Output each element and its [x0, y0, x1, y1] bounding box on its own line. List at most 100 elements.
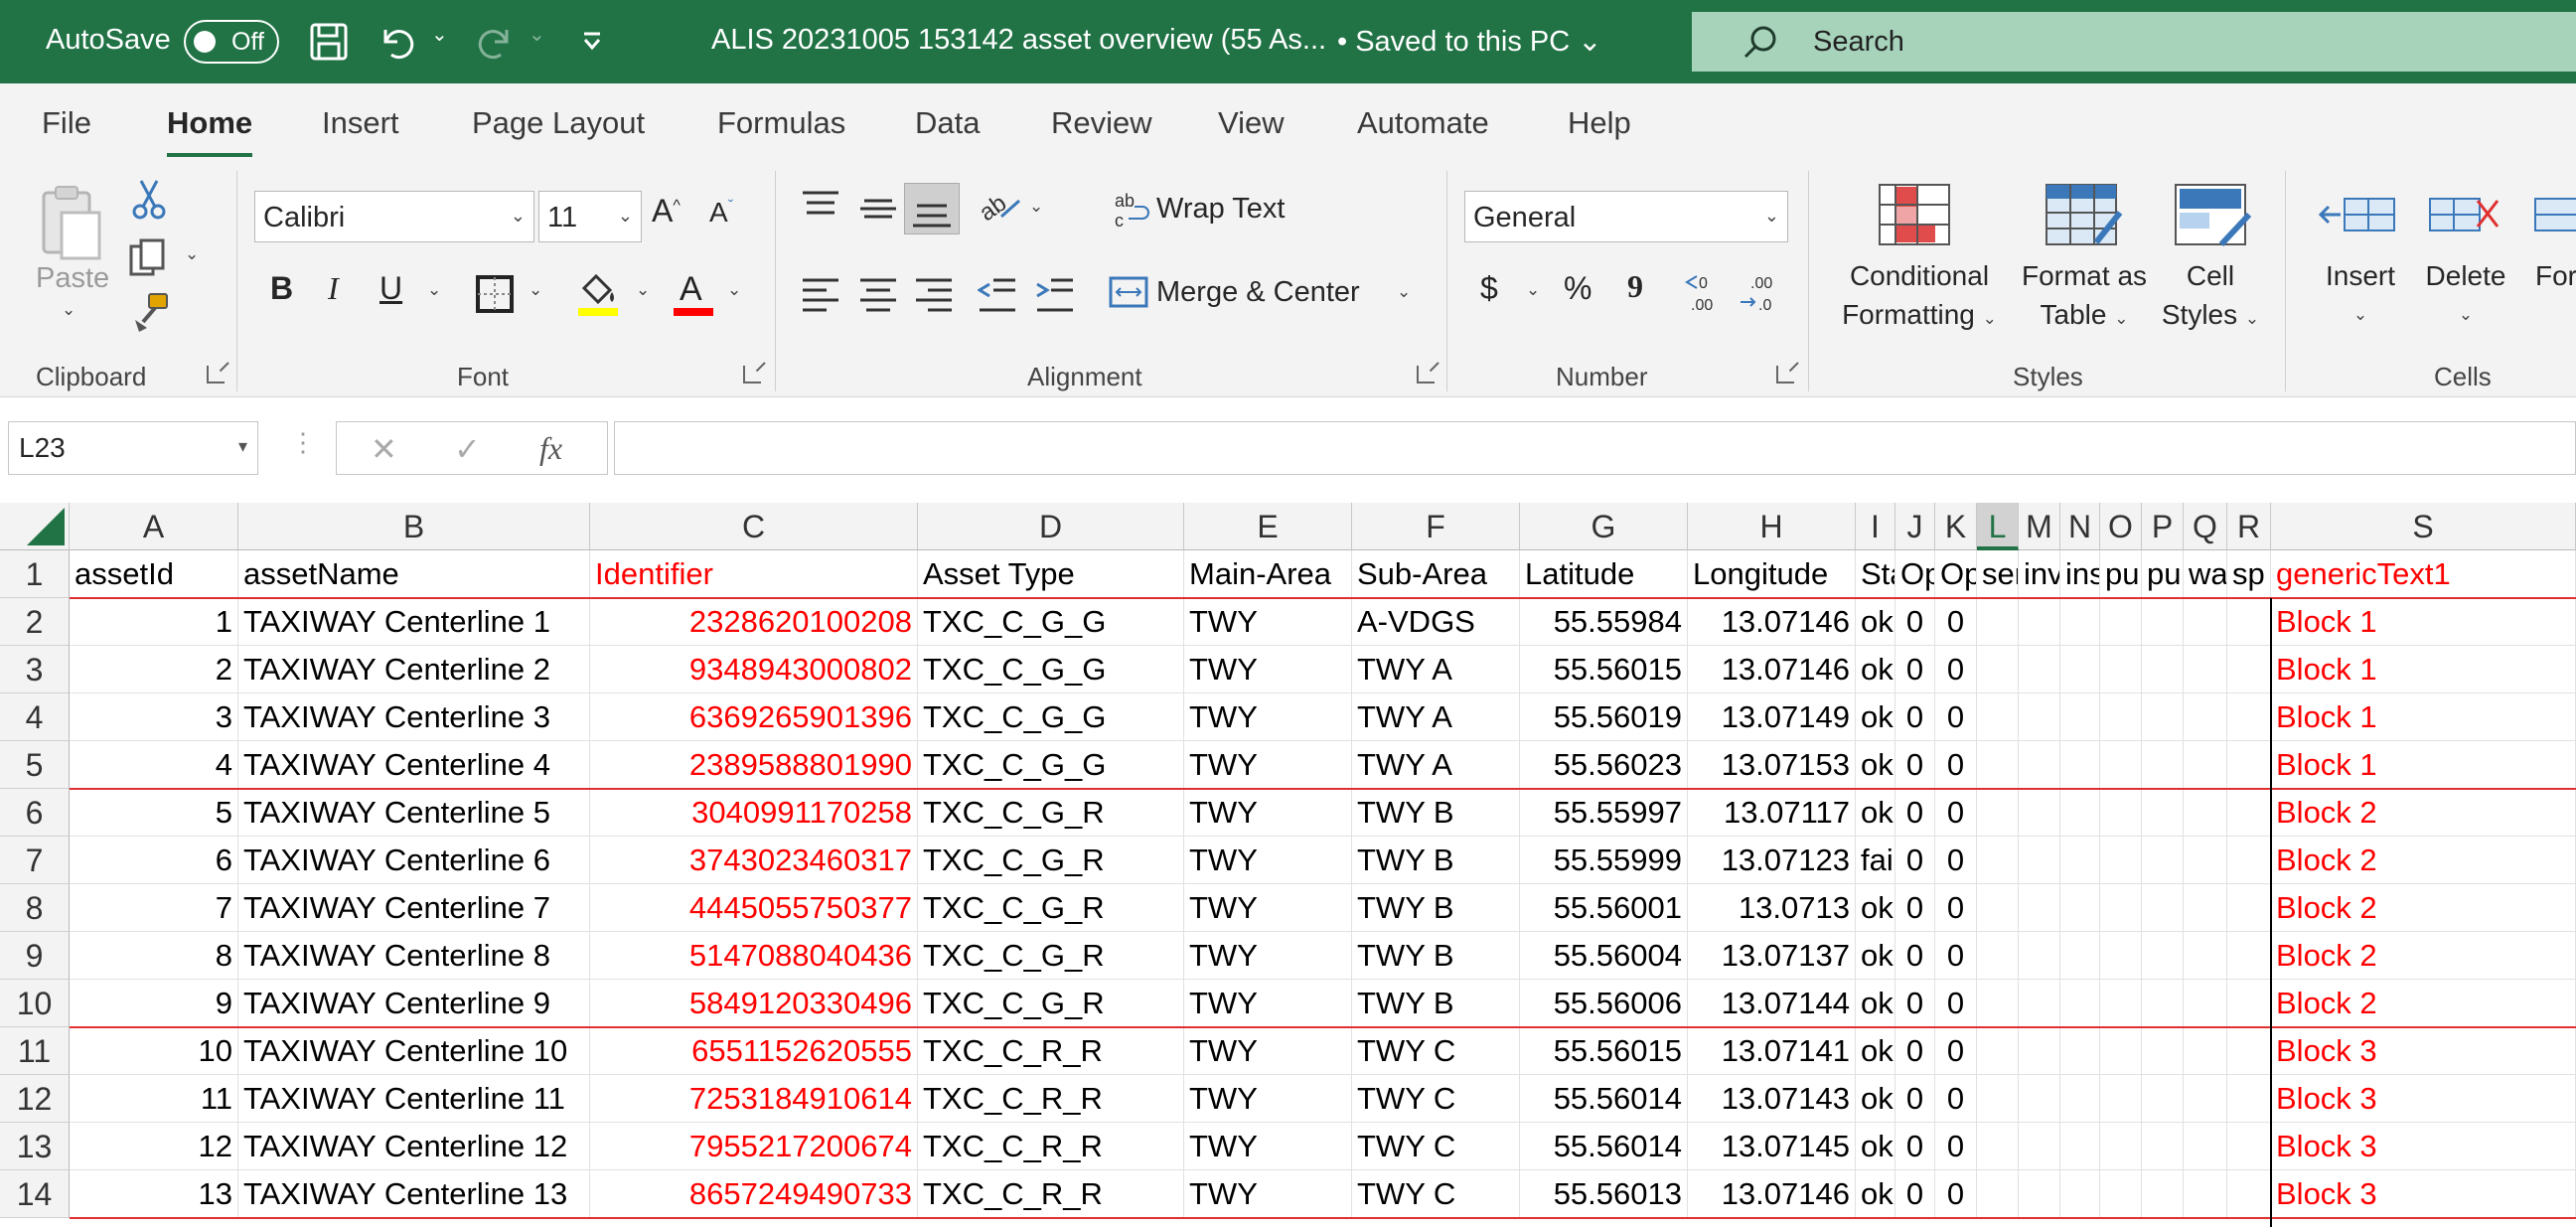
column-header-r[interactable]: R: [2227, 503, 2271, 550]
table-cell[interactable]: [2142, 598, 2184, 646]
table-cell[interactable]: TWY B: [1352, 980, 1520, 1027]
insert-cells-button[interactable]: Insert ⌄: [2311, 256, 2410, 334]
row-header[interactable]: 8: [0, 884, 70, 932]
table-cell[interactable]: TWY B: [1352, 789, 1520, 837]
tab-review[interactable]: Review: [1051, 105, 1152, 141]
table-cell[interactable]: ok: [1856, 932, 1895, 980]
insert-cells-icon[interactable]: [2318, 187, 2398, 247]
table-cell[interactable]: [2100, 884, 2142, 932]
table-cell[interactable]: 5147088040436: [590, 932, 918, 980]
table-cell[interactable]: 13.07145: [1688, 1123, 1856, 1170]
table-cell[interactable]: 55.56004: [1520, 932, 1688, 980]
customize-qat-icon[interactable]: [568, 18, 616, 66]
table-cell[interactable]: 9: [70, 980, 238, 1027]
table-cell[interactable]: [2227, 693, 2271, 741]
row-header[interactable]: 3: [0, 646, 70, 693]
table-cell[interactable]: TAXIWAY Centerline 2: [238, 646, 590, 693]
table-cell[interactable]: [2142, 789, 2184, 837]
increase-indent-icon[interactable]: [1035, 274, 1075, 319]
table-cell[interactable]: [2142, 980, 2184, 1027]
table-cell[interactable]: 55.56015: [1520, 1027, 1688, 1075]
table-cell[interactable]: TAXIWAY Centerline 6: [238, 837, 590, 884]
table-cell[interactable]: [2060, 1075, 2100, 1123]
middle-align-icon[interactable]: [858, 189, 898, 233]
header-cell[interactable]: Op: [1895, 550, 1935, 598]
header-cell[interactable]: Identifier: [590, 550, 918, 598]
table-cell[interactable]: TWY: [1184, 789, 1352, 837]
column-header-i[interactable]: I: [1856, 503, 1895, 550]
table-cell[interactable]: 55.56015: [1520, 646, 1688, 693]
table-cell[interactable]: [2184, 1027, 2227, 1075]
fill-color-icon[interactable]: [576, 268, 622, 323]
table-cell[interactable]: [2184, 837, 2227, 884]
table-cell[interactable]: ok: [1856, 1123, 1895, 1170]
table-cell[interactable]: 55.56014: [1520, 1075, 1688, 1123]
column-header-o[interactable]: O: [2100, 503, 2142, 550]
increase-font-size-icon[interactable]: A^: [652, 193, 681, 230]
column-header-j[interactable]: J: [1895, 503, 1935, 550]
header-cell[interactable]: Asset Type: [918, 550, 1184, 598]
table-cell[interactable]: 55.56019: [1520, 693, 1688, 741]
table-cell[interactable]: 7955217200674: [590, 1123, 918, 1170]
bold-button[interactable]: B: [270, 270, 293, 307]
table-cell[interactable]: 3: [70, 693, 238, 741]
table-cell[interactable]: [2142, 646, 2184, 693]
table-cell[interactable]: 13.07146: [1688, 646, 1856, 693]
row-header[interactable]: 6: [0, 789, 70, 837]
table-cell[interactable]: 0: [1895, 837, 1935, 884]
table-cell[interactable]: 55.55999: [1520, 837, 1688, 884]
table-cell[interactable]: [2184, 1123, 2227, 1170]
table-cell[interactable]: TXC_C_G_R: [918, 932, 1184, 980]
table-cell[interactable]: [2184, 980, 2227, 1027]
tab-file[interactable]: File: [42, 105, 91, 141]
table-cell[interactable]: 0: [1935, 789, 1977, 837]
borders-dropdown-icon[interactable]: ⌄: [529, 280, 542, 300]
table-cell[interactable]: 0: [1895, 789, 1935, 837]
table-cell[interactable]: 55.56014: [1520, 1123, 1688, 1170]
column-header-g[interactable]: G: [1520, 503, 1688, 550]
redo-icon[interactable]: [471, 18, 519, 66]
font-name-select[interactable]: Calibri ⌄: [254, 191, 534, 242]
table-cell[interactable]: TWY: [1184, 1170, 1352, 1218]
table-cell[interactable]: [2060, 1170, 2100, 1218]
table-cell[interactable]: TXC_C_R_R: [918, 1027, 1184, 1075]
table-cell[interactable]: 55.56006: [1520, 980, 1688, 1027]
table-cell[interactable]: 0: [1935, 598, 1977, 646]
table-cell[interactable]: ok: [1856, 884, 1895, 932]
table-cell[interactable]: 8: [70, 932, 238, 980]
table-cell[interactable]: A-VDGS: [1352, 598, 1520, 646]
table-cell[interactable]: TWY: [1184, 932, 1352, 980]
table-cell[interactable]: Block 1: [2271, 693, 2576, 741]
table-cell[interactable]: TXC_C_G_G: [918, 741, 1184, 789]
formula-input[interactable]: [614, 421, 2576, 475]
row-header[interactable]: 14: [0, 1170, 70, 1218]
row-header[interactable]: 2: [0, 598, 70, 646]
undo-icon[interactable]: [374, 18, 421, 66]
table-cell[interactable]: TXC_C_G_G: [918, 598, 1184, 646]
table-cell[interactable]: 0: [1895, 1123, 1935, 1170]
align-right-icon[interactable]: [914, 274, 954, 319]
table-cell[interactable]: ok: [1856, 598, 1895, 646]
table-cell[interactable]: [2184, 741, 2227, 789]
tab-view[interactable]: View: [1218, 105, 1285, 141]
table-cell[interactable]: 0: [1895, 980, 1935, 1027]
table-cell[interactable]: 5: [70, 789, 238, 837]
table-cell[interactable]: [1977, 646, 2019, 693]
header-cell[interactable]: inv: [2019, 550, 2060, 598]
table-cell[interactable]: 13.07143: [1688, 1075, 1856, 1123]
header-cell[interactable]: pu: [2142, 550, 2184, 598]
table-cell[interactable]: TWY: [1184, 837, 1352, 884]
table-cell[interactable]: TAXIWAY Centerline 3: [238, 693, 590, 741]
table-cell[interactable]: [2142, 932, 2184, 980]
copy-icon[interactable]: [127, 236, 171, 285]
cell-styles-icon[interactable]: [2174, 183, 2253, 253]
merge-center-button[interactable]: Merge & Center ⌄: [1109, 272, 1411, 317]
table-cell[interactable]: 0: [1935, 884, 1977, 932]
cancel-icon[interactable]: ✕: [371, 430, 397, 468]
table-cell[interactable]: 0: [1935, 1170, 1977, 1218]
column-header-p[interactable]: P: [2142, 503, 2184, 550]
table-cell[interactable]: 13.07153: [1688, 741, 1856, 789]
table-cell[interactable]: ok: [1856, 1170, 1895, 1218]
tab-data[interactable]: Data: [915, 105, 980, 141]
table-cell[interactable]: [2184, 884, 2227, 932]
